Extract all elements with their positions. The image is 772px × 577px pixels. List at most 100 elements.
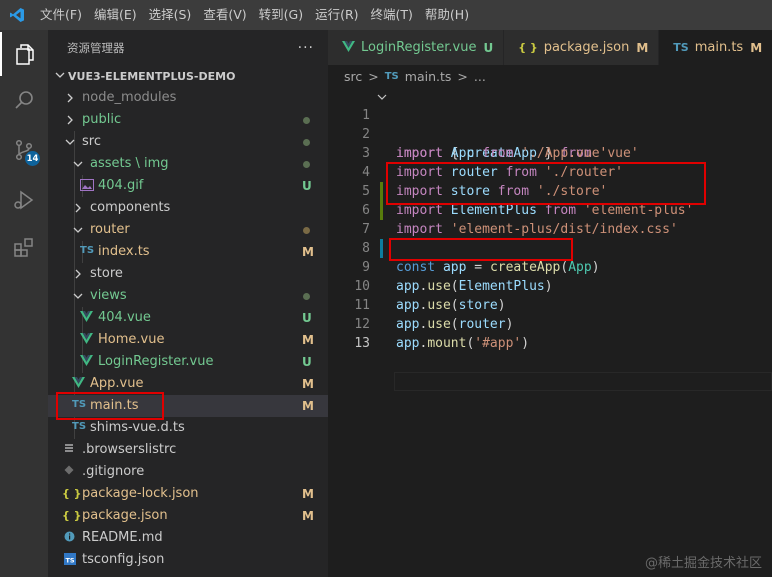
tree-item-label: components (90, 200, 171, 215)
fold-chevron-icon[interactable] (377, 93, 387, 101)
tree-file-browserslistrc[interactable]: .browserslistrc (48, 439, 328, 461)
tree-item-label: router (90, 222, 130, 237)
vue-file-icon (80, 355, 93, 366)
code-line-13: 13 (328, 315, 772, 351)
code-line-2: 2 import App from './App.vue' (328, 106, 772, 161)
code-line-1: 1 import { createApp } from 'vue' (328, 87, 772, 161)
tab-label: package.json (543, 40, 630, 55)
tree-folder-public[interactable]: public (48, 109, 328, 131)
chevron-right-icon (75, 203, 81, 213)
git-status-badge: U (302, 179, 312, 193)
project-folder-header[interactable]: VUE3-ELEMENTPLUS-DEMO (48, 65, 328, 87)
breadcrumb-symbol[interactable]: ... (474, 69, 486, 84)
tree-file-tsconfig-json[interactable]: TS tsconfig.json (48, 549, 328, 571)
git-status-badge: M (302, 245, 314, 259)
tree-folder-views[interactable]: views (48, 285, 328, 307)
editor-tabs: LoginRegister.vue U { } package.json M T… (328, 30, 772, 65)
git-decoration-dot (303, 117, 310, 124)
breadcrumb-folder[interactable]: src (344, 69, 362, 84)
code-text: app.mount('#app') (396, 334, 529, 353)
tab-label: LoginRegister.vue (361, 40, 477, 55)
git-status-badge: M (302, 333, 314, 347)
tree-file-home-vue[interactable]: Home.vue M (48, 329, 328, 351)
tree-item-label: store (90, 266, 123, 281)
extensions-icon[interactable] (0, 226, 48, 270)
tab-status: U (483, 40, 494, 55)
tree-file-index-ts[interactable]: TS index.ts M (48, 241, 328, 263)
typescript-file-icon: TS (384, 70, 399, 82)
tree-item-label: assets \ img (90, 156, 169, 171)
tree-item-label: public (82, 112, 122, 127)
menu-go[interactable]: 转到(G) (253, 0, 309, 30)
code-line-11: 11 app.use(router) (328, 277, 772, 332)
title-bar: 文件(F) 编辑(E) 选择(S) 查看(V) 转到(G) 运行(R) 终端(T… (0, 0, 772, 30)
tree-folder-node-modules[interactable]: node_modules (48, 87, 328, 109)
tree-folder-assets-img[interactable]: assets \ img (48, 153, 328, 175)
main-ts-highlight-box (56, 392, 164, 420)
tree-folder-router[interactable]: router (48, 219, 328, 241)
tree-file-package-lock-json[interactable]: { } package-lock.json M (48, 483, 328, 505)
chevron-down-icon (73, 293, 83, 299)
vue-file-icon (80, 311, 93, 322)
tree-file-readme-md[interactable]: README.md (48, 527, 328, 549)
project-title: VUE3-ELEMENTPLUS-DEMO (68, 69, 236, 83)
source-control-badge: 14 (25, 151, 40, 166)
git-decoration-dot (303, 227, 310, 234)
tab-status: M (636, 40, 649, 55)
run-debug-icon[interactable] (0, 178, 48, 222)
source-control-icon[interactable] (0, 128, 48, 172)
import-highlight-box (386, 162, 706, 205)
tree-file-shims-vue-d-ts[interactable]: TS shims-vue.d.ts (48, 417, 328, 439)
code-line-12: 12 app.mount('#app') (328, 296, 772, 351)
code-line-4: 4 import store from './store' (328, 144, 772, 199)
chevron-down-icon (65, 139, 75, 145)
json-file-icon: { } (62, 509, 82, 522)
tab-loginregister-vue[interactable]: LoginRegister.vue U (328, 30, 505, 65)
tree-file-package-json[interactable]: { } package.json M (48, 505, 328, 527)
code-line-8: 8 const app = createApp(App) (328, 220, 772, 275)
tree-item-label: App.vue (90, 376, 144, 391)
tsconfig-file-icon: TS (64, 553, 76, 565)
menu-run[interactable]: 运行(R) (309, 0, 364, 30)
tree-folder-src[interactable]: src (48, 131, 328, 153)
tree-folder-store[interactable]: store (48, 263, 328, 285)
explorer-icon[interactable] (0, 32, 48, 76)
sidebar-header: 资源管理器 ··· (48, 30, 328, 65)
menu-terminal[interactable]: 终端(T) (365, 0, 419, 30)
tab-main-ts[interactable]: TS main.ts M (659, 30, 772, 65)
more-actions-button[interactable]: ··· (298, 40, 314, 56)
watermark: @稀土掘金技术社区 (644, 556, 762, 571)
breadcrumb-file[interactable]: main.ts (405, 69, 452, 84)
tree-item-label: node_modules (82, 90, 177, 105)
tree-file-404-vue[interactable]: 404.vue U (48, 307, 328, 329)
menu-file[interactable]: 文件(F) (34, 0, 88, 30)
info-file-icon (64, 531, 75, 542)
breadcrumb: src > TS main.ts > ... (328, 65, 772, 87)
menu-view[interactable]: 查看(V) (197, 0, 252, 30)
typescript-file-icon: TS (673, 41, 689, 54)
code-token: ) (521, 336, 530, 351)
git-status-badge: M (302, 509, 314, 523)
menu-edit[interactable]: 编辑(E) (88, 0, 143, 30)
code-token: app (396, 336, 420, 351)
git-status-badge: M (302, 487, 314, 501)
svg-text:TS: TS (65, 557, 74, 565)
tree-item-label: README.md (82, 530, 163, 545)
tree-item-label: package-lock.json (82, 486, 199, 501)
tree-file-404-gif[interactable]: 404.gif U (48, 175, 328, 197)
search-icon[interactable] (0, 78, 48, 122)
typescript-file-icon: TS (72, 421, 87, 432)
menu-selection[interactable]: 选择(S) (143, 0, 198, 30)
git-status-badge: M (302, 377, 314, 391)
git-decoration-dot (303, 139, 310, 146)
git-status-badge: M (302, 399, 314, 413)
chevron-down-icon (73, 227, 83, 233)
tab-package-json[interactable]: { } package.json M (504, 30, 660, 65)
tree-item-label: shims-vue.d.ts (90, 420, 185, 435)
menu-help[interactable]: 帮助(H) (419, 0, 475, 30)
tab-status: M (750, 40, 763, 55)
tree-file-loginregister-vue[interactable]: LoginRegister.vue U (48, 351, 328, 373)
tree-folder-components[interactable]: components (48, 197, 328, 219)
vscode-logo-icon[interactable] (0, 0, 34, 30)
tree-file-gitignore[interactable]: .gitignore (48, 461, 328, 483)
